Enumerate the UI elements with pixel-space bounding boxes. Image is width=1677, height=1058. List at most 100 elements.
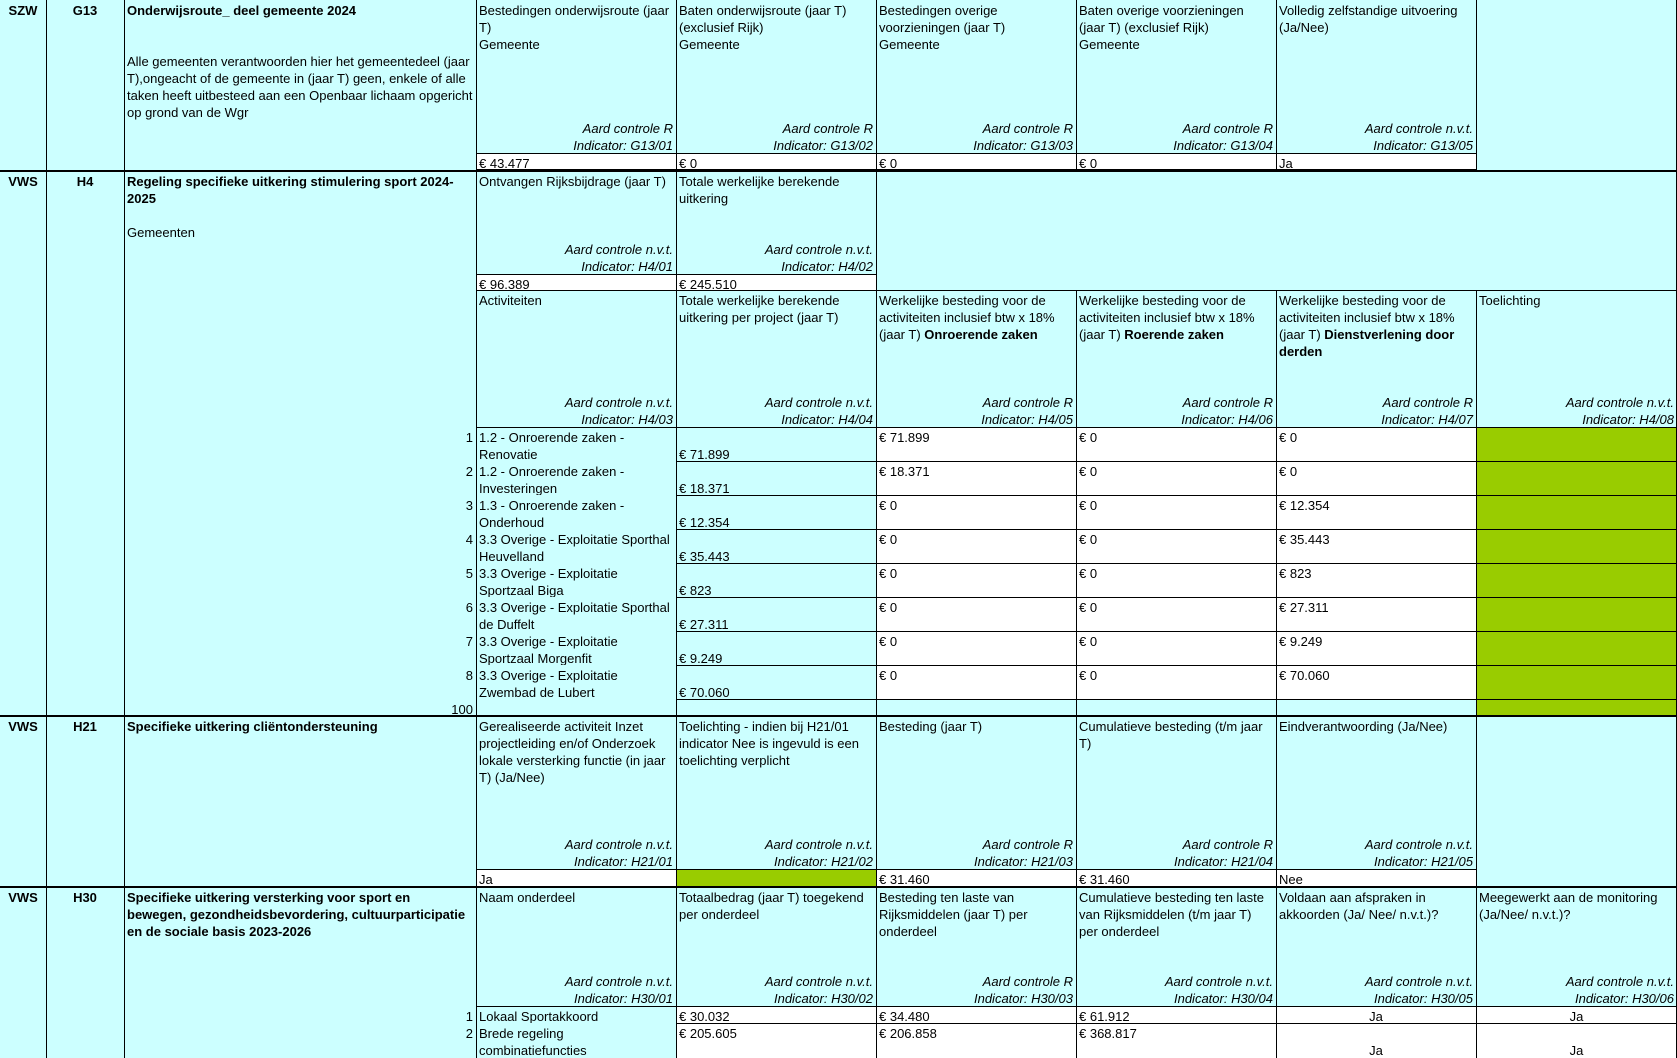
column-header[interactable]: Baten overige voorzieningen (jaar T) (ex…	[1076, 0, 1276, 118]
input-value[interactable]: Ja	[1276, 153, 1476, 170]
control-indicator[interactable]: Aard controle n.v.t. Indicator: H21/01	[476, 834, 676, 869]
input-value[interactable]: € 0	[1076, 631, 1276, 665]
dept-code[interactable]: VWS	[0, 171, 46, 715]
input-value[interactable]: € 0	[876, 597, 1076, 631]
regulation-code[interactable]: H21	[46, 716, 124, 886]
row-number[interactable]: 1	[124, 1006, 476, 1023]
activity-name[interactable]: 1.3 - Onroerende zaken - Onderhoud	[476, 495, 676, 529]
row-number[interactable]: 100	[124, 699, 476, 715]
column-header[interactable]: Eindverantwoording (Ja/Nee)	[1276, 716, 1476, 834]
control-indicator[interactable]: Aard controle n.v.t. Indicator: G13/05	[1276, 118, 1476, 153]
input-value[interactable]: € 0	[876, 153, 1076, 170]
control-indicator[interactable]: Aard controle n.v.t. Indicator: H30/05	[1276, 971, 1476, 1006]
activity-name[interactable]: 3.3 Overige - Exploitatie Sporthal de Du…	[476, 597, 676, 631]
column-header[interactable]: Volledig zelfstandige uitvoering (Ja/Nee…	[1276, 0, 1476, 118]
uitkering-value[interactable]: € 35.443	[676, 529, 876, 563]
row-number[interactable]: 7	[124, 631, 476, 665]
activity-name[interactable]: 3.3 Overige - Exploitatie Sporthal Heuve…	[476, 529, 676, 563]
input-value[interactable]: Ja	[1276, 1023, 1476, 1058]
input-value[interactable]: € 0	[876, 529, 1076, 563]
onderdeel-name[interactable]: Lokaal Sportakkoord	[476, 1006, 676, 1023]
control-indicator[interactable]: Aard controle n.v.t. Indicator: H4/03	[476, 392, 676, 427]
input-value[interactable]: € 0	[1076, 427, 1276, 461]
input-value[interactable]: € 0	[1076, 597, 1276, 631]
control-indicator[interactable]: Aard controle n.v.t. Indicator: H30/06	[1476, 971, 1677, 1006]
input-value[interactable]: € 0	[876, 665, 1076, 699]
empty-cell[interactable]	[1476, 716, 1677, 886]
row-number[interactable]: 4	[124, 529, 476, 563]
column-header[interactable]: Ontvangen Rijksbijdrage (jaar T)	[476, 171, 676, 239]
input-value[interactable]: € 61.912	[1076, 1006, 1276, 1023]
column-header[interactable]: Naam onderdeel	[476, 887, 676, 971]
control-indicator[interactable]: Aard controle R Indicator: G13/03	[876, 118, 1076, 153]
regulation-title[interactable]: Onderwijsroute_ deel gemeente 2024 Alle g…	[124, 0, 476, 170]
column-header[interactable]: Toelichting	[1476, 290, 1677, 392]
regulation-title[interactable]: Specifieke uitkering versterking voor sp…	[124, 887, 476, 1006]
column-header[interactable]: Werkelijke besteding voor de activiteite…	[1076, 290, 1276, 392]
input-value[interactable]: € 96.389	[476, 274, 676, 290]
column-header[interactable]: Totaalbedrag (jaar T) toegekend per onde…	[676, 887, 876, 971]
regulation-code[interactable]: H30	[46, 887, 124, 1058]
control-indicator[interactable]: Aard controle R Indicator: H4/06	[1076, 392, 1276, 427]
toelichting-input[interactable]	[1476, 665, 1677, 699]
activity-name[interactable]: 1.2 - Onroerende zaken - Investeringen	[476, 461, 676, 495]
control-indicator[interactable]: Aard controle n.v.t. Indicator: H21/05	[1276, 834, 1476, 869]
control-indicator[interactable]: Aard controle R Indicator: H21/03	[876, 834, 1076, 869]
control-indicator[interactable]: Aard controle n.v.t. Indicator: H30/01	[476, 971, 676, 1006]
input-value[interactable]: € 0	[1076, 665, 1276, 699]
control-indicator[interactable]: Aard controle R Indicator: H4/05	[876, 392, 1076, 427]
input-value[interactable]: € 0	[1076, 461, 1276, 495]
empty-cell[interactable]	[1476, 0, 1677, 170]
input-value[interactable]: € 0	[876, 563, 1076, 597]
control-indicator[interactable]: Aard controle n.v.t. Indicator: H4/01	[476, 239, 676, 274]
row-number[interactable]: 8	[124, 665, 476, 699]
input-value[interactable]: € 9.249	[1276, 631, 1476, 665]
toelichting-input[interactable]	[1476, 427, 1677, 461]
dept-code[interactable]: VWS	[0, 716, 46, 886]
row-number[interactable]: 3	[124, 495, 476, 529]
input-value[interactable]: € 71.899	[876, 427, 1076, 461]
input-value[interactable]: € 70.060	[1276, 665, 1476, 699]
input-value[interactable]: € 245.510	[676, 274, 876, 290]
toelichting-input[interactable]	[1476, 597, 1677, 631]
column-header[interactable]: Werkelijke besteding voor de activiteite…	[1276, 290, 1476, 392]
input-value[interactable]: Ja	[1276, 1006, 1476, 1023]
column-header[interactable]: Activiteiten	[476, 290, 676, 392]
control-indicator[interactable]: Aard controle R Indicator: H21/04	[1076, 834, 1276, 869]
input-value[interactable]: € 27.311	[1276, 597, 1476, 631]
activity-name[interactable]: 3.3 Overige - Exploitatie Sportzaal Biga	[476, 563, 676, 597]
control-indicator[interactable]: Aard controle n.v.t. Indicator: H30/02	[676, 971, 876, 1006]
column-header[interactable]: Baten onderwijsroute (jaar T) (exclusief…	[676, 0, 876, 118]
toelichting-input[interactable]	[1476, 563, 1677, 597]
empty-cell[interactable]	[476, 699, 1476, 715]
column-header[interactable]: Bestedingen onderwijsroute (jaar T) Gemee…	[476, 0, 676, 118]
input-value[interactable]: € 0	[876, 495, 1076, 529]
input-value[interactable]: € 0	[876, 631, 1076, 665]
input-value[interactable]: € 0	[1076, 495, 1276, 529]
input-value[interactable]: € 0	[1076, 563, 1276, 597]
column-header[interactable]: Bestedingen overige voorzieningen (jaar …	[876, 0, 1076, 118]
column-header[interactable]: Werkelijke besteding voor de activiteite…	[876, 290, 1076, 392]
activity-name[interactable]: 3.3 Overige - Exploitatie Sportzaal Morg…	[476, 631, 676, 665]
input-value[interactable]: € 31.460	[876, 869, 1076, 886]
activity-name[interactable]: 1.2 - Onroerende zaken - Renovatie	[476, 427, 676, 461]
input-value[interactable]: € 823	[1276, 563, 1476, 597]
input-value[interactable]: Ja	[1476, 1023, 1677, 1058]
column-header[interactable]: Voldaan aan afspraken in akkoorden (Ja/ …	[1276, 887, 1476, 971]
regulation-title[interactable]: Specifieke uitkering cliëntondersteuning	[124, 716, 476, 886]
row-number[interactable]: 2	[124, 1023, 476, 1058]
column-header[interactable]: Toelichting - indien bij H21/01 indicato…	[676, 716, 876, 834]
column-header[interactable]: Totale werkelijke berekende uitkering	[676, 171, 876, 239]
uitkering-value[interactable]: € 18.371	[676, 461, 876, 495]
activity-name[interactable]: 3.3 Overige - Exploitatie Zwembad de Lub…	[476, 665, 676, 699]
control-indicator[interactable]: Aard controle R Indicator: H4/07	[1276, 392, 1476, 427]
control-indicator[interactable]: Aard controle R Indicator: H30/03	[876, 971, 1076, 1006]
uitkering-value[interactable]: € 823	[676, 563, 876, 597]
input-value[interactable]: € 368.817	[1076, 1023, 1276, 1058]
input-value[interactable]: € 0	[1276, 427, 1476, 461]
input-value[interactable]: € 0	[1276, 461, 1476, 495]
column-header[interactable]: Meegewerkt aan de monitoring (Ja/Nee/ n.…	[1476, 887, 1677, 971]
dept-code[interactable]: SZW	[0, 0, 46, 170]
input-value[interactable]: € 0	[1076, 529, 1276, 563]
toelichting-input[interactable]	[1476, 699, 1677, 715]
